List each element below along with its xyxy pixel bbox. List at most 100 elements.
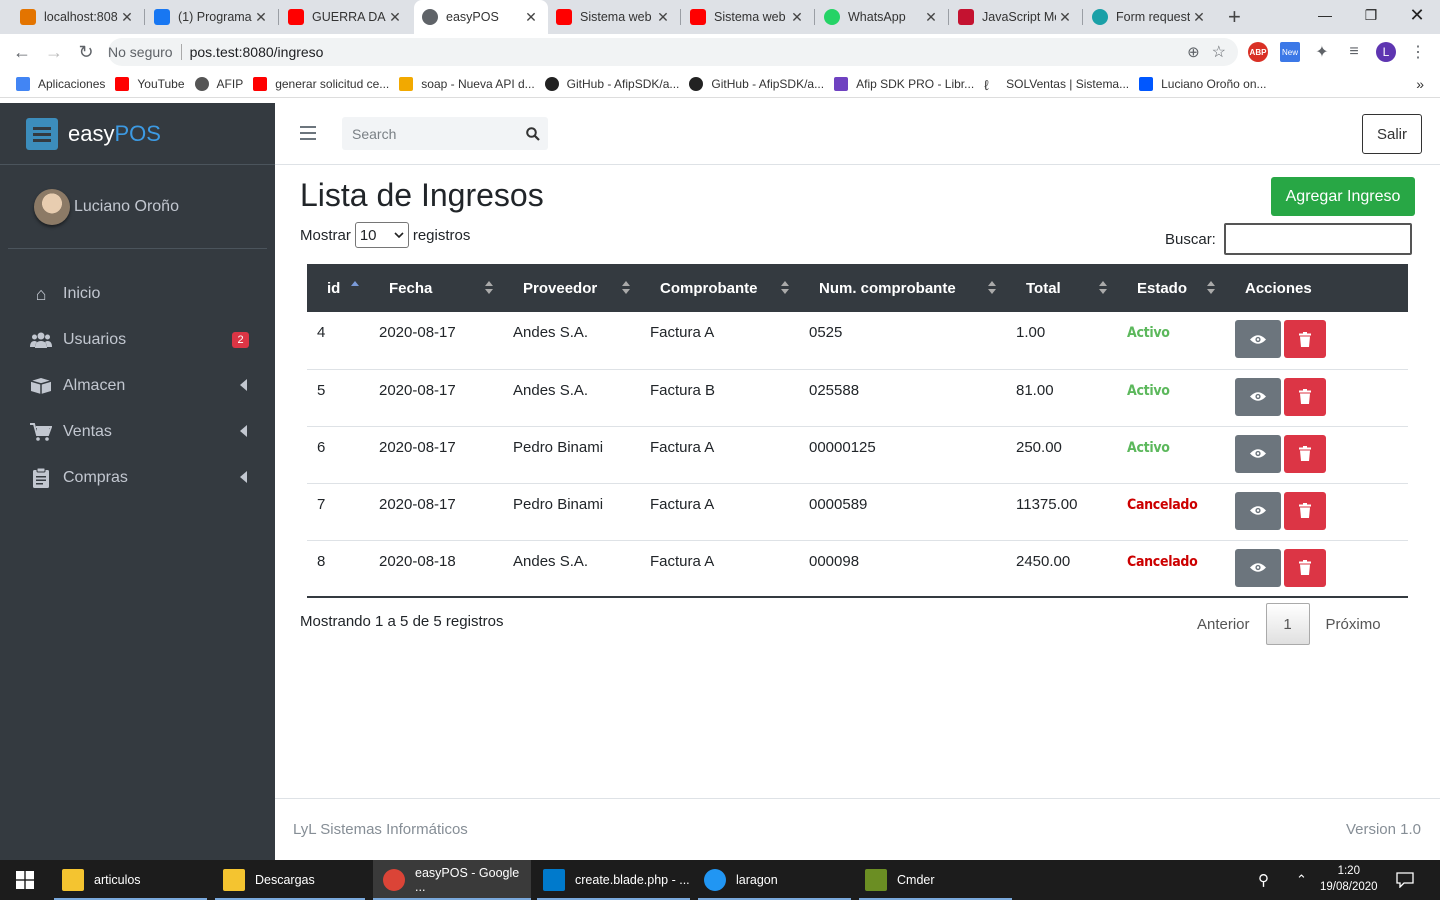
bookmark-item[interactable]: Afip SDK PRO - Libr... [834,76,974,91]
search-input[interactable]: Search [342,126,518,142]
close-tab-icon[interactable]: ✕ [1190,9,1208,26]
trash-icon [1299,560,1311,575]
user-panel[interactable]: Luciano Oroño [8,165,267,249]
table-row: 5 2020-08-17 Andes S.A. Factura B 025588 81.0… [307,369,1408,427]
browser-tab[interactable]: GUERRA DA C✕ [280,0,412,34]
close-tab-icon[interactable]: ✕ [386,9,404,26]
extensions-puzzle-icon[interactable]: ✦ [1312,42,1332,62]
browser-tab[interactable]: Sistema web ✕ [682,0,814,34]
people-icon[interactable]: ⚲ [1258,860,1280,900]
sidebar-item-ventas[interactable]: Ventas [0,409,275,455]
bookmark-item[interactable]: generar solicitud ce... [253,76,389,91]
home-icon: ⌂ [35,283,47,304]
sidebar-item-almacen[interactable]: Almacen [0,363,275,409]
address-bar[interactable]: i No seguro pos.test:8080/ingreso ⊕ ☆ [108,38,1238,502]
start-button[interactable] [0,860,50,900]
close-tab-icon[interactable]: ✕ [788,9,806,26]
close-tab-icon[interactable]: ✕ [922,9,940,26]
browser-menu-icon[interactable]: ⋮ [1408,42,1428,62]
column-header[interactable]: Fecha [369,264,503,312]
profile-avatar[interactable]: L [1376,42,1396,62]
taskbar-item[interactable]: Descargas [215,860,365,900]
close-tab-icon[interactable]: ✕ [654,9,672,26]
taskbar-item-active[interactable]: easyPOS - Google ... [373,860,531,900]
brand[interactable]: easyPOS [0,103,275,165]
bookmark-item[interactable]: GitHub - AfipSDK/a... [544,76,679,91]
bookmark-item[interactable]: ℓ SOLVentas | Sistema... [984,77,1129,93]
bookmark-item[interactable]: GitHub - AfipSDK/a... [689,76,824,91]
view-button[interactable] [1235,320,1281,358]
delete-button[interactable] [1284,320,1326,358]
add-ingreso-button[interactable]: Agregar Ingreso [1271,177,1415,216]
browser-tab[interactable]: localhost:8080 ✕ [12,0,144,34]
delete-button[interactable] [1284,491,1326,530]
browser-tab[interactable]: Form request ✕ [1084,0,1216,34]
browser-tab[interactable]: WhatsApp ✕ [816,0,948,34]
window-close-icon[interactable]: ✕ [1394,0,1440,30]
column-header[interactable]: Total [1006,264,1117,312]
minimize-icon[interactable]: — [1302,0,1348,30]
eye-icon [1250,563,1266,572]
browser-tab[interactable]: Sistema web ✕ [548,0,680,34]
browser-tab-active[interactable]: easyPOS ✕ [414,0,548,34]
page-title: Lista de Ingresos [300,177,544,213]
view-button[interactable] [1235,434,1281,473]
reload-icon[interactable]: ↻ [74,40,98,64]
bookmark-item[interactable]: Luciano Oroño on... [1139,76,1267,91]
delete-button[interactable] [1284,434,1326,473]
taskbar-item[interactable]: create.blade.php - ... [537,860,690,900]
view-button[interactable] [1235,377,1281,416]
status-badge: Cancelado [1127,496,1198,513]
page-length-select[interactable]: 10 [354,222,409,248]
column-header[interactable]: Estado [1117,264,1225,312]
page-length-control: Mostrar 10 registros [300,222,470,248]
close-tab-icon[interactable]: ✕ [522,9,540,26]
hamburger-menu-icon[interactable] [300,126,316,140]
back-arrow-icon[interactable]: ← [10,40,34,64]
bookmarks-overflow-icon[interactable]: » [1416,76,1424,92]
search-button[interactable] [518,126,548,141]
view-button[interactable] [1235,548,1281,587]
close-tab-icon[interactable]: ✕ [118,9,136,26]
filter-input[interactable] [1223,223,1412,255]
tab-favicon-icon [824,9,840,25]
media-control-icon[interactable]: ≡ [1344,42,1364,62]
bookmark-item[interactable]: AFIP [194,76,243,91]
sidebar-item-usuarios[interactable]: Usuarios 2 [0,317,275,363]
delete-button[interactable] [1284,548,1326,587]
column-header[interactable]: Num. comprobante [799,264,1006,312]
taskbar-item[interactable]: laragon [698,860,851,900]
restore-icon[interactable]: ❐ [1348,0,1394,30]
column-header[interactable]: Comprobante [640,264,799,312]
forward-arrow-icon[interactable]: → [42,40,66,64]
pagination-page[interactable]: 1 [1265,603,1310,645]
bookmark-star-icon[interactable]: ☆ [1212,42,1226,62]
browser-tab[interactable]: JavaScript Mo ✕ [950,0,1082,34]
new-tab-plus-icon[interactable]: + [1228,4,1241,30]
view-button[interactable] [1235,491,1281,530]
taskbar-item[interactable]: articulos [54,860,207,900]
sidebar-item-compras[interactable]: Compras [0,455,275,501]
github-icon [689,76,704,91]
column-header[interactable]: Proveedor [503,264,640,312]
zoom-icon[interactable]: ⊕ [1187,43,1200,61]
bookmark-item[interactable]: YouTube [115,76,185,91]
notification-center-icon[interactable] [1396,860,1418,900]
extension-new-icon[interactable]: New [1280,42,1300,62]
sidebar-item-inicio[interactable]: ⌂ Inicio [0,271,275,317]
delete-button[interactable] [1284,377,1326,416]
logout-button[interactable]: Salir [1362,114,1422,154]
column-header[interactable]: id [307,264,369,312]
close-tab-icon[interactable]: ✕ [252,9,270,26]
pagination-prev[interactable]: Anterior [1185,603,1262,645]
table-filter: Buscar: [1165,223,1412,255]
bookmark-item[interactable]: soap - Nueva API d... [399,76,535,91]
bookmark-apps[interactable]: Aplicaciones [16,76,105,91]
close-tab-icon[interactable]: ✕ [1056,9,1074,26]
system-clock[interactable]: 1:20 19/08/2020 [1320,863,1378,895]
taskbar-item[interactable]: Cmder [859,860,1012,900]
browser-tab[interactable]: (1) Programa ✕ [146,0,278,34]
pagination-next[interactable]: Próximo [1314,603,1393,645]
adblock-extension-icon[interactable]: ABP [1248,42,1268,62]
tray-chevron-up-icon[interactable]: ⌃ [1296,860,1312,900]
